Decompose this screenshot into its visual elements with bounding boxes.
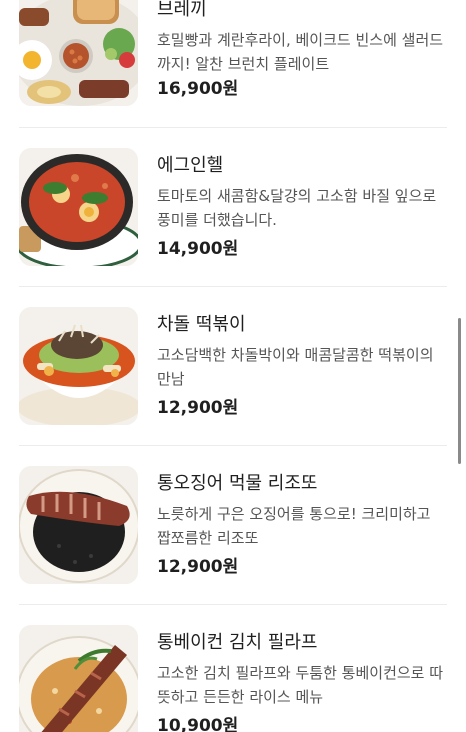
item-price: 14,900원 xyxy=(157,239,239,259)
item-description: 고소한 김치 필라프와 두툼한 통베이컨으로 따뜻하고 든든한 라이스 메뉴 xyxy=(157,664,444,706)
item-name: 에그인헬 xyxy=(157,155,224,176)
menu-item-chadol-tteokbokki[interactable]: 차돌 떡볶이 고소담백한 차돌박이와 매콤달콤한 떡볶이의 만남 12,900원 xyxy=(0,287,466,446)
item-name: 통베이컨 김치 필라프 xyxy=(157,632,318,653)
item-name: 차돌 떡볶이 xyxy=(157,314,246,335)
kimchi-pilaf-bacon-photo[interactable] xyxy=(19,625,138,732)
menu-item-egg-in-hell[interactable]: 에그인헬 토마토의 새콤함&달걍의 고소함 바질 잎으로 풍미를 더했습니다. … xyxy=(0,128,466,287)
brunch-plate-photo[interactable] xyxy=(19,0,138,106)
tteokbokki-bowl-photo[interactable] xyxy=(19,307,138,425)
item-description: 고소담백한 차돌박이와 매콤달콤한 떡볶이의 만남 xyxy=(157,346,434,388)
shakshuka-skillet-photo[interactable] xyxy=(19,148,138,266)
item-description: 호밀빵과 계란후라이, 베이크드 빈스에 샐러드까지! 알찬 브런치 플레이트 xyxy=(157,31,444,73)
item-price: 10,900원 xyxy=(157,716,239,732)
item-description: 토마토의 새콤함&달걍의 고소함 바질 잎으로 풍미를 더했습니다. xyxy=(157,187,437,229)
item-price: 16,900원 xyxy=(157,79,239,99)
scrollbar-thumb[interactable] xyxy=(458,318,461,464)
menu-item-brekki[interactable]: 브레끼 호밀빵과 계란후라이, 베이크드 빈스에 샐러드까지! 알찬 브런치 플… xyxy=(0,0,466,139)
menu-item-kimchi-pilaf[interactable]: 통베이컨 김치 필라프 고소한 김치 필라프와 두툼한 통베이컨으로 따뜻하고 … xyxy=(0,605,466,732)
menu-list: 브레끼 호밀빵과 계란후라이, 베이크드 빈스에 샐러드까지! 알찬 브런치 플… xyxy=(0,0,466,732)
item-price: 12,900원 xyxy=(157,557,239,577)
item-name: 브레끼 xyxy=(157,0,207,20)
squid-ink-risotto-photo[interactable] xyxy=(19,466,138,584)
menu-item-squid-ink-risotto[interactable]: 통오징어 먹물 리조또 노릇하게 구은 오징어를 통으로! 크리미하고 짭쪼름한… xyxy=(0,446,466,605)
item-name: 통오징어 먹물 리조또 xyxy=(157,473,318,494)
item-price: 12,900원 xyxy=(157,398,239,418)
item-description: 노릇하게 구은 오징어를 통으로! 크리미하고 짭쪼름한 리조또 xyxy=(157,505,431,547)
